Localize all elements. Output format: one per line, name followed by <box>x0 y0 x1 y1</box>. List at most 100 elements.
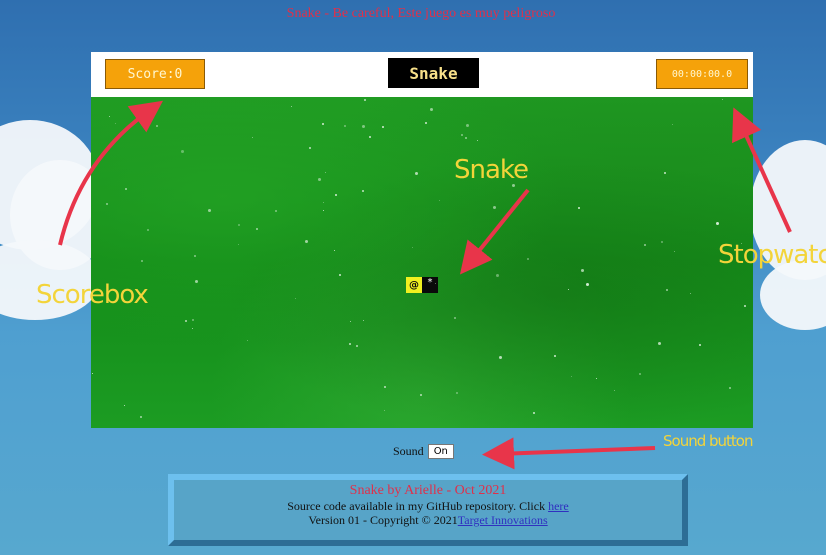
grass-sparkle <box>106 203 108 205</box>
grass-sparkle <box>658 342 661 345</box>
annotation-scorebox: Scorebox <box>36 280 149 310</box>
grass-sparkle <box>744 305 746 307</box>
grass-sparkle <box>194 255 196 257</box>
grass-sparkle <box>533 412 535 414</box>
annotation-stopwatch: Stopwatch <box>718 240 826 270</box>
annotation-sound-button: Sound button <box>663 432 753 450</box>
grass-sparkle <box>672 124 673 125</box>
grass-sparkle <box>115 123 116 124</box>
grass-sparkle <box>334 250 335 251</box>
grass-sparkle <box>666 289 668 291</box>
grass-sparkle <box>661 241 663 243</box>
grass-sparkle <box>362 125 365 128</box>
grass-sparkle <box>425 122 427 124</box>
grass-sparkle <box>350 321 351 322</box>
game-frame: Score:0 Snake 00:00:00.0 @ * <box>91 52 753 428</box>
grass-sparkle <box>496 274 499 277</box>
grass-sparkle <box>493 206 496 209</box>
grass-sparkle <box>141 260 143 262</box>
game-title: Snake <box>388 58 479 88</box>
footer-source-line: Source code available in my GitHub repos… <box>174 499 682 513</box>
stopwatch: 00:00:00.0 <box>656 59 748 89</box>
grass-sparkle <box>430 108 433 111</box>
grass-sparkle <box>639 373 641 375</box>
grass-sparkle <box>364 99 366 101</box>
footer-version-text: Version 01 - Copyright © 2021 <box>308 513 458 527</box>
grass-sparkle <box>318 178 321 181</box>
grass-sparkle <box>247 340 248 341</box>
grass-sparkle <box>192 328 193 329</box>
sound-control: Sound On <box>393 444 454 459</box>
grass-sparkle <box>305 240 308 243</box>
grass-sparkle <box>439 200 440 201</box>
grass-sparkle <box>362 190 364 192</box>
grass-sparkle <box>195 280 198 283</box>
snake-head: @ <box>406 277 422 293</box>
grass-sparkle <box>185 320 187 322</box>
page-heading: Snake - Be careful, Este juego es muy pe… <box>286 6 556 21</box>
scorebox: Score:0 <box>105 59 205 89</box>
footer-source-link[interactable]: here <box>548 499 569 513</box>
snake-tail: * <box>422 277 438 293</box>
grass-sparkle <box>238 224 240 226</box>
footer-title: Snake by Arielle - Oct 2021 <box>349 483 507 498</box>
sound-toggle-button[interactable]: On <box>427 444 454 459</box>
grass-sparkle <box>309 147 311 149</box>
grass-sparkle <box>369 136 371 138</box>
grass-sparkle <box>465 137 467 139</box>
grass-sparkle <box>420 394 422 396</box>
grass-sparkle <box>275 210 277 212</box>
grass-sparkle <box>295 298 296 299</box>
grass-sparkle <box>147 229 149 231</box>
grass-sparkle <box>109 116 110 117</box>
grass-sparkle <box>586 283 589 286</box>
grass-sparkle <box>435 283 436 284</box>
grass-sparkle <box>238 244 239 245</box>
grass-sparkle <box>466 124 469 127</box>
footer-source-text: Source code available in my GitHub repos… <box>287 499 549 513</box>
grass-sparkle <box>322 123 324 125</box>
grass-sparkle <box>554 355 556 357</box>
grass-sparkle <box>323 210 324 211</box>
grass-sparkle <box>256 228 258 230</box>
grass-sparkle <box>581 269 584 272</box>
grass-sparkle <box>325 172 326 173</box>
grass-sparkle <box>92 373 93 374</box>
grass-sparkle <box>614 390 615 391</box>
grass-sparkle <box>156 125 158 127</box>
grass-sparkle <box>363 320 364 321</box>
grass-sparkle <box>140 416 142 418</box>
grass-sparkle <box>252 137 253 138</box>
grass-sparkle <box>291 106 292 107</box>
game-header: Score:0 Snake 00:00:00.0 <box>91 52 753 97</box>
grass-sparkle <box>596 378 597 379</box>
grass-sparkle <box>412 247 413 248</box>
grass-sparkle <box>571 376 572 377</box>
grass-sparkle <box>335 194 337 196</box>
grass-sparkle <box>192 319 194 321</box>
grass-sparkle <box>124 405 125 406</box>
grass-sparkle <box>323 202 324 203</box>
grass-sparkle <box>578 207 580 209</box>
grass-sparkle <box>568 289 569 290</box>
grass-sparkle <box>716 222 719 225</box>
grass-sparkle <box>664 172 666 174</box>
grass-sparkle <box>356 345 358 347</box>
grass-sparkle <box>456 392 458 394</box>
footer-version-link[interactable]: Target Innovations <box>458 513 548 527</box>
sound-label: Sound <box>393 444 424 458</box>
grass-sparkle <box>344 125 346 127</box>
grass-sparkle <box>454 317 456 319</box>
grass-sparkle <box>384 410 385 411</box>
grass-sparkle <box>690 293 691 294</box>
footer-version-line: Version 01 - Copyright © 2021Target Inno… <box>174 513 682 527</box>
grass-sparkle <box>349 343 351 345</box>
grass-sparkle <box>527 258 529 260</box>
grass-sparkle <box>699 344 701 346</box>
game-board[interactable]: @ * <box>91 97 753 428</box>
grass-sparkle <box>729 387 731 389</box>
grass-sparkle <box>722 99 723 100</box>
grass-sparkle <box>382 126 384 128</box>
cloud-right-2 <box>760 260 826 330</box>
grass-sparkle <box>477 140 478 141</box>
